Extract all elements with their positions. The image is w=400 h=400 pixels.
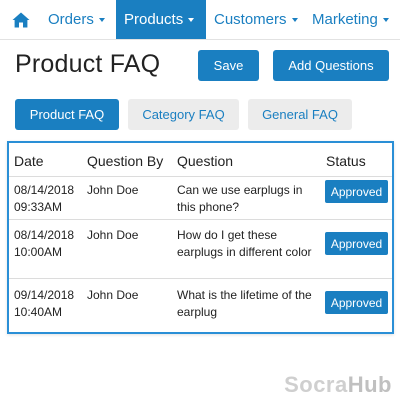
brand-part-1: Socra: [284, 372, 348, 397]
caret-down-icon: [382, 17, 389, 22]
date-cell: 08/14/2018 09:33AM: [14, 182, 88, 216]
column-header-status[interactable]: Status: [326, 153, 366, 170]
date-value: 08/14/2018: [14, 183, 75, 197]
table-row[interactable]: 09/14/2018 10:40AM John Doe What is the …: [9, 278, 392, 332]
nav-orders-label: Orders: [48, 11, 94, 28]
date-value: 08/14/2018: [14, 228, 75, 242]
add-questions-button[interactable]: Add Questions: [273, 50, 389, 81]
nav-products[interactable]: Products: [116, 0, 206, 39]
save-button[interactable]: Save: [198, 50, 259, 81]
tab-product-faq[interactable]: Product FAQ: [15, 99, 119, 130]
faq-table: Date Question By Question Status 08/14/2…: [7, 141, 394, 334]
question-cell: Can we use earplugs in this phone?: [177, 183, 303, 214]
top-nav: Orders Products Customers Marketing: [0, 0, 400, 40]
home-icon: [12, 12, 30, 27]
caret-down-icon: [188, 17, 195, 22]
brand-watermark: SocraHub: [284, 372, 392, 398]
nav-marketing[interactable]: Marketing: [304, 0, 400, 39]
status-badge[interactable]: Approved: [325, 291, 388, 314]
nav-orders[interactable]: Orders: [42, 0, 116, 39]
table-header: Date Question By Question Status: [9, 143, 392, 173]
question-by-cell: John Doe: [87, 183, 139, 197]
column-header-question[interactable]: Question: [177, 153, 322, 170]
nav-marketing-label: Marketing: [312, 11, 378, 28]
time-value: 09:33AM: [14, 200, 63, 214]
home-button[interactable]: [0, 0, 42, 39]
nav-products-label: Products: [124, 11, 184, 28]
time-value: 10:40AM: [14, 305, 63, 319]
caret-down-icon: [291, 17, 298, 22]
nav-customers[interactable]: Customers: [206, 0, 304, 39]
tab-category-faq[interactable]: Category FAQ: [128, 99, 239, 130]
brand-part-2: Hub: [347, 372, 392, 397]
date-cell: 09/14/2018 10:40AM: [14, 287, 88, 321]
column-header-date[interactable]: Date: [14, 153, 88, 170]
question-cell: What is the lifetime of the earplug: [177, 288, 312, 319]
status-badge[interactable]: Approved: [325, 180, 388, 203]
tab-general-faq[interactable]: General FAQ: [248, 99, 352, 130]
nav-customers-label: Customers: [214, 11, 287, 28]
page-title: Product FAQ: [15, 50, 161, 78]
column-header-question-by[interactable]: Question By: [87, 153, 175, 170]
question-cell: How do I get these earplugs in different…: [177, 228, 312, 259]
caret-down-icon: [98, 17, 105, 22]
table-row[interactable]: 08/14/2018 09:33AM John Doe Can we use e…: [9, 176, 392, 219]
date-value: 09/14/2018: [14, 288, 75, 302]
question-by-cell: John Doe: [87, 288, 139, 302]
status-badge[interactable]: Approved: [325, 232, 388, 255]
date-cell: 08/14/2018 10:00AM: [14, 227, 88, 261]
table-row[interactable]: 08/14/2018 10:00AM John Doe How do I get…: [9, 219, 392, 278]
question-by-cell: John Doe: [87, 228, 139, 242]
time-value: 10:00AM: [14, 245, 63, 259]
